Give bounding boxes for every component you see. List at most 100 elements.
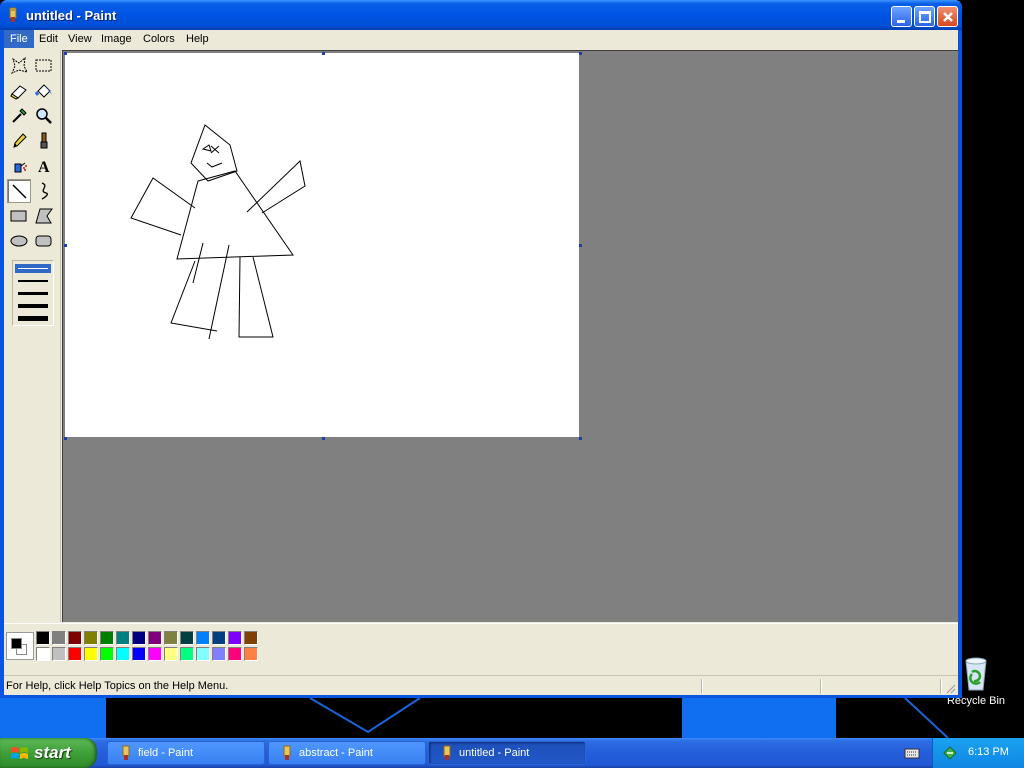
- status-divider: [820, 679, 821, 694]
- tool-magnifier[interactable]: [32, 104, 56, 128]
- status-text: For Help, click Help Topics on the Help …: [6, 680, 229, 692]
- canvas-resize-handle[interactable]: [322, 437, 325, 440]
- canvas-resize-handle[interactable]: [579, 52, 582, 55]
- palette-color-swatch[interactable]: [116, 647, 130, 661]
- canvas-resize-handle[interactable]: [579, 244, 582, 247]
- palette-color-swatch[interactable]: [132, 631, 146, 645]
- menu-view[interactable]: View: [62, 30, 98, 48]
- palette-color-swatch[interactable]: [244, 631, 258, 645]
- tool-line[interactable]: [7, 179, 31, 203]
- language-bar-icon[interactable]: [904, 746, 920, 760]
- toolbox: A: [4, 50, 61, 622]
- curve-icon: [41, 182, 48, 200]
- palette-color-swatch[interactable]: [116, 631, 130, 645]
- palette-color-swatch[interactable]: [196, 647, 210, 661]
- close-button[interactable]: [937, 6, 958, 27]
- palette-color-swatch[interactable]: [212, 647, 226, 661]
- minimize-button[interactable]: [891, 6, 912, 27]
- canvas-resize-handle[interactable]: [579, 437, 582, 440]
- size-grip-icon[interactable]: [944, 682, 956, 694]
- taskbar-item-label: untitled - Paint: [459, 747, 530, 759]
- network-tray-icon[interactable]: [941, 745, 959, 761]
- recycle-bin-icon: [965, 657, 987, 691]
- tool-pencil[interactable]: [7, 129, 31, 153]
- foreground-color-swatch: [11, 638, 22, 649]
- palette-color-swatch[interactable]: [68, 631, 82, 645]
- fill-bucket-icon: [34, 84, 52, 98]
- tool-fill[interactable]: [32, 79, 56, 103]
- canvas-workspace: [62, 50, 958, 622]
- close-icon: [943, 12, 953, 22]
- tool-eraser[interactable]: [7, 79, 31, 103]
- palette-color-swatch[interactable]: [132, 647, 146, 661]
- tool-ellipse[interactable]: [7, 229, 31, 253]
- line-width-3[interactable]: [15, 288, 51, 298]
- maximize-button[interactable]: [914, 6, 935, 27]
- palette-color-swatch[interactable]: [212, 631, 226, 645]
- tool-eyedropper[interactable]: [7, 104, 31, 128]
- current-colors[interactable]: [6, 632, 34, 660]
- tool-free-form-select[interactable]: [7, 54, 31, 78]
- taskbar-item-label: abstract - Paint: [299, 747, 373, 759]
- palette-color-swatch[interactable]: [68, 647, 82, 661]
- palette-color-swatch[interactable]: [36, 631, 50, 645]
- palette-color-swatch[interactable]: [196, 631, 210, 645]
- tool-text[interactable]: A: [32, 154, 56, 178]
- line-width-2[interactable]: [15, 276, 51, 285]
- tool-polygon[interactable]: [32, 204, 56, 228]
- line-width-4[interactable]: [15, 301, 51, 311]
- palette-color-swatch[interactable]: [180, 631, 194, 645]
- palette-color-swatch[interactable]: [84, 631, 98, 645]
- windows-logo-icon: [11, 747, 28, 759]
- title-bar[interactable]: untitled - Paint: [0, 0, 962, 30]
- palette-color-swatch[interactable]: [148, 647, 162, 661]
- palette-color-swatch[interactable]: [148, 631, 162, 645]
- palette-color-swatch[interactable]: [244, 647, 258, 661]
- canvas-resize-handle[interactable]: [322, 52, 325, 55]
- brush-icon: [40, 132, 48, 149]
- system-tray: 6:13 PM: [932, 738, 1024, 768]
- palette-color-swatch[interactable]: [52, 647, 66, 661]
- palette-color-swatch[interactable]: [36, 647, 50, 661]
- menu-edit[interactable]: Edit: [33, 30, 64, 48]
- palette-color-swatch[interactable]: [180, 647, 194, 661]
- start-label: start: [34, 743, 71, 762]
- menu-file[interactable]: File: [4, 30, 34, 48]
- tool-rect-select[interactable]: [32, 54, 56, 78]
- text-icon: A: [38, 159, 50, 176]
- line-width-1[interactable]: [15, 264, 51, 273]
- tool-curve[interactable]: [32, 179, 56, 203]
- taskbar-item-field-paint[interactable]: field - Paint: [107, 741, 265, 765]
- palette-color-swatch[interactable]: [100, 631, 114, 645]
- palette-color-swatch[interactable]: [100, 647, 114, 661]
- palette-color-swatch[interactable]: [164, 631, 178, 645]
- status-divider: [940, 679, 941, 694]
- start-button[interactable]: start: [0, 738, 97, 768]
- palette-color-swatch[interactable]: [228, 631, 242, 645]
- paint-app-icon: [283, 745, 291, 760]
- taskbar-item-abstract-paint[interactable]: abstract - Paint: [268, 741, 426, 765]
- menu-help[interactable]: Help: [180, 30, 215, 48]
- palette-color-swatch[interactable]: [164, 647, 178, 661]
- tool-airbrush[interactable]: [7, 154, 31, 178]
- tool-brush[interactable]: [32, 129, 56, 153]
- drawing-canvas[interactable]: [65, 53, 579, 437]
- free-form-select-icon: [11, 56, 28, 74]
- line-width-5[interactable]: [15, 313, 51, 324]
- airbrush-icon: [14, 162, 27, 173]
- canvas-resize-handle[interactable]: [64, 244, 67, 247]
- menu-colors[interactable]: Colors: [137, 30, 181, 48]
- palette-color-swatch[interactable]: [84, 647, 98, 661]
- tool-rounded-rect[interactable]: [32, 229, 56, 253]
- taskbar-item-untitled-paint[interactable]: untitled - Paint: [428, 741, 586, 765]
- line-icon: [12, 184, 27, 199]
- paint-app-icon: [443, 745, 451, 760]
- window-client-area: File Edit View Image Colors Help A For H…: [4, 30, 958, 695]
- palette-color-swatch[interactable]: [228, 647, 242, 661]
- palette-color-swatch[interactable]: [52, 631, 66, 645]
- canvas-resize-handle[interactable]: [64, 437, 67, 440]
- canvas-resize-handle[interactable]: [64, 52, 67, 55]
- menu-image[interactable]: Image: [95, 30, 138, 48]
- menu-bar: File Edit View Image Colors Help: [4, 30, 958, 48]
- tool-rectangle[interactable]: [7, 204, 31, 228]
